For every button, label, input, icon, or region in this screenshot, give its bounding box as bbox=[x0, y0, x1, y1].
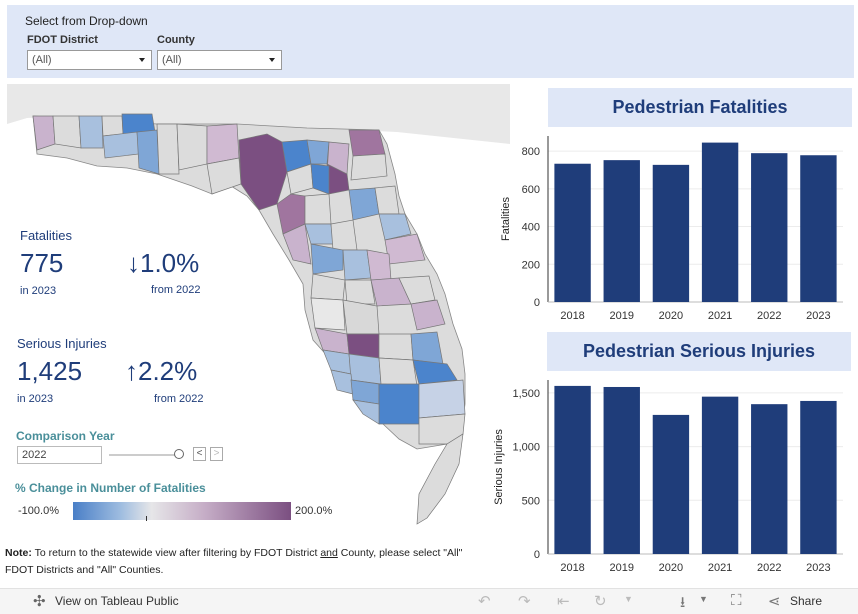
chevron-down-icon[interactable]: ▼ bbox=[624, 594, 633, 604]
redo-icon[interactable]: ↷ bbox=[518, 592, 531, 610]
bar-2023[interactable] bbox=[800, 155, 837, 302]
x-tick-label: 2018 bbox=[560, 310, 584, 322]
county-dropdown-value: (All) bbox=[162, 54, 182, 66]
x-tick-label: 2021 bbox=[708, 562, 732, 574]
fatalities-value: 775 bbox=[20, 248, 64, 278]
y-tick-label: 500 bbox=[522, 495, 540, 507]
comparison-year-input[interactable]: 2022 bbox=[17, 446, 102, 464]
next-year-button[interactable]: > bbox=[210, 447, 223, 461]
county-dropdown[interactable]: (All) bbox=[157, 50, 282, 70]
bar-2019[interactable] bbox=[603, 160, 640, 302]
fullscreen-icon[interactable]: ⛶ bbox=[731, 592, 742, 609]
y-tick-label: 800 bbox=[522, 146, 540, 158]
bar-2019[interactable] bbox=[603, 386, 640, 554]
refresh-icon[interactable]: ↻ bbox=[594, 592, 607, 610]
note-text: Note: To return to the statewide view af… bbox=[5, 545, 465, 579]
fatalities-year: in 2023 bbox=[20, 285, 57, 297]
injuries-value: 1,425 bbox=[17, 356, 83, 386]
bar-2020[interactable] bbox=[652, 164, 690, 302]
injuries-change-text: from 2022 bbox=[154, 393, 204, 405]
comparison-year-label: Comparison Year bbox=[16, 429, 115, 443]
fatalities-change-text: from 2022 bbox=[151, 284, 201, 296]
x-tick-label: 2020 bbox=[659, 310, 683, 322]
note-text-part1: To return to the statewide view after fi… bbox=[31, 547, 321, 559]
legend-zero-tick bbox=[146, 516, 147, 521]
x-tick-label: 2020 bbox=[659, 562, 683, 574]
x-tick-label: 2023 bbox=[806, 562, 830, 574]
district-dropdown[interactable]: (All) bbox=[27, 50, 152, 70]
filter-panel: Select from Drop-down FDOT District (All… bbox=[7, 5, 854, 78]
download-icon[interactable]: ⭳ bbox=[680, 592, 685, 614]
note-bold-label: Note: bbox=[5, 547, 32, 559]
injuries-chart-title: Pedestrian Serious Injuries bbox=[582, 341, 816, 361]
county-filter-label: County bbox=[157, 34, 195, 46]
fatalities-label: Fatalities bbox=[20, 228, 73, 243]
bar-2018[interactable] bbox=[554, 385, 591, 554]
revert-icon[interactable]: ⇤ bbox=[557, 592, 570, 610]
x-tick-label: 2021 bbox=[708, 310, 732, 322]
injuries-chart-title-box: Pedestrian Serious Injuries bbox=[547, 332, 851, 371]
bar-2021[interactable] bbox=[701, 142, 739, 302]
share-button[interactable]: Share bbox=[790, 594, 822, 608]
x-tick-label: 2022 bbox=[757, 310, 781, 322]
injuries-bar-chart[interactable]: 0 500 1,000 1,500 2018 2019 2020 2021 2022 2023 Se… bbox=[490, 374, 850, 580]
chevron-down-icon bbox=[269, 58, 275, 62]
fatalities-chart-title: Pedestrian Fatalities bbox=[612, 97, 788, 117]
y-tick-label: 1,000 bbox=[512, 442, 540, 454]
district-filter-label: FDOT District bbox=[27, 34, 98, 46]
filter-title: Select from Drop-down bbox=[25, 14, 148, 28]
y-tick-label: 200 bbox=[522, 259, 540, 271]
arrow-up-icon: ↑ bbox=[125, 356, 138, 386]
y-axis-label: Serious Injuries bbox=[493, 429, 505, 505]
x-tick-label: 2018 bbox=[560, 562, 584, 574]
district-dropdown-value: (All) bbox=[32, 54, 52, 66]
arrow-down-icon: ↓ bbox=[127, 248, 140, 278]
legend-max-label: 200.0% bbox=[295, 505, 333, 517]
legend-min-label: -100.0% bbox=[18, 505, 59, 517]
y-tick-label: 400 bbox=[522, 222, 540, 234]
bar-2022[interactable] bbox=[751, 153, 788, 302]
bar-2023[interactable] bbox=[800, 400, 837, 554]
injuries-year: in 2023 bbox=[17, 393, 54, 405]
note-underlined: and bbox=[320, 547, 338, 559]
x-tick-label: 2019 bbox=[610, 562, 634, 574]
y-tick-label: 0 bbox=[534, 549, 540, 561]
y-axis-label: Fatalities bbox=[500, 196, 512, 241]
y-tick-label: 0 bbox=[534, 297, 540, 309]
fatalities-chart-title-box: Pedestrian Fatalities bbox=[548, 88, 852, 127]
bar-2020[interactable] bbox=[652, 414, 690, 554]
fatalities-bar-chart[interactable]: 0 200 400 600 800 2018 2019 2020 2021 2022 2023 Fat… bbox=[495, 130, 850, 330]
chevron-down-icon[interactable]: ▼ bbox=[699, 594, 708, 604]
legend-color-bar bbox=[73, 502, 291, 520]
injuries-change: 2.2% bbox=[138, 356, 198, 386]
y-tick-label: 600 bbox=[522, 184, 540, 196]
bar-2021[interactable] bbox=[701, 396, 739, 554]
fatalities-change: 1.0% bbox=[140, 248, 200, 278]
bar-2022[interactable] bbox=[751, 404, 788, 554]
previous-year-button[interactable]: < bbox=[193, 447, 206, 461]
undo-icon[interactable]: ↶ bbox=[478, 592, 491, 610]
share-icon[interactable]: ⋖ bbox=[768, 592, 781, 610]
view-on-tableau-link[interactable]: View on Tableau Public bbox=[55, 594, 179, 608]
legend-title: % Change in Number of Fatalities bbox=[15, 481, 206, 495]
comparison-year-slider-thumb[interactable] bbox=[174, 449, 184, 459]
tableau-toolbar: ✣ View on Tableau Public ↶ ↷ ⇤ ↻ ▼ ⭳ ▼ ⛶… bbox=[0, 588, 858, 614]
bar-2018[interactable] bbox=[554, 163, 591, 302]
injuries-label: Serious Injuries bbox=[17, 336, 107, 351]
y-tick-label: 1,500 bbox=[512, 388, 540, 400]
x-tick-label: 2023 bbox=[806, 310, 830, 322]
chevron-down-icon bbox=[139, 58, 145, 62]
comparison-year-slider-track[interactable] bbox=[109, 454, 181, 456]
x-tick-label: 2019 bbox=[610, 310, 634, 322]
x-tick-label: 2022 bbox=[757, 562, 781, 574]
tableau-logo-icon: ✣ bbox=[33, 593, 46, 610]
